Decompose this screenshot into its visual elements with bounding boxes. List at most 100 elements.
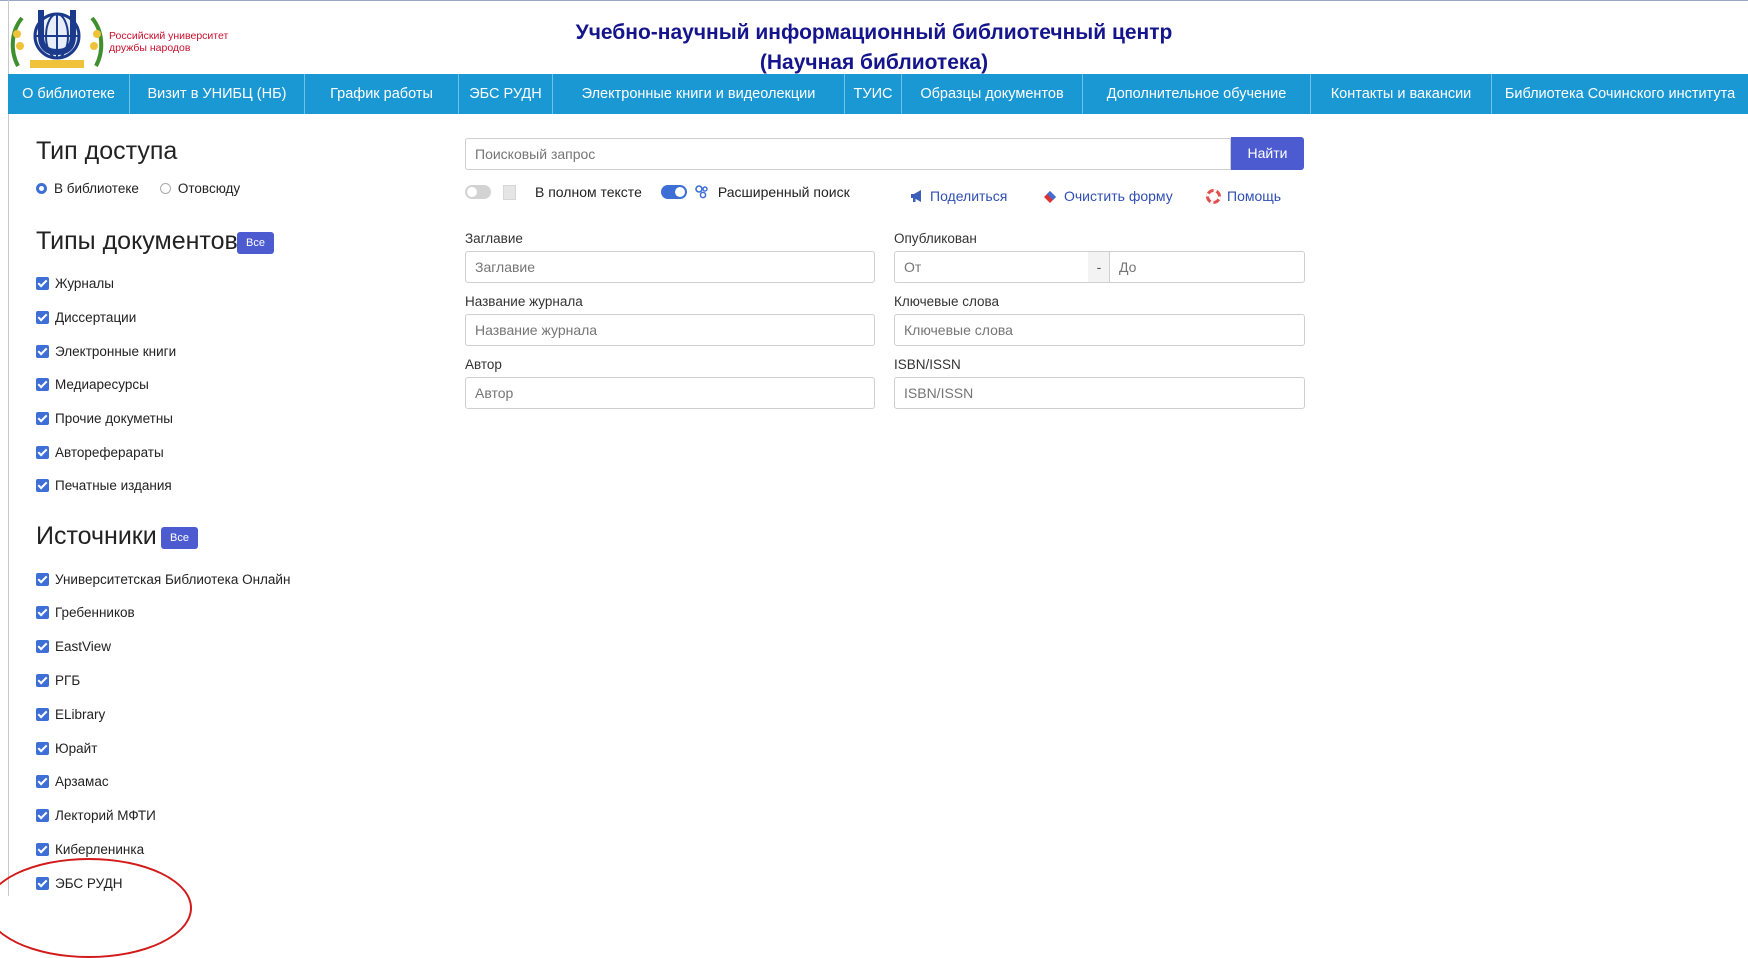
doc-type-label: Журналы [55, 275, 114, 291]
published-label: Опубликован [894, 231, 977, 246]
checkbox[interactable] [36, 478, 49, 492]
search-options: В полном тексте Расширенный поиск [465, 184, 850, 200]
source-label: EastView [55, 638, 112, 654]
search-input[interactable] [465, 138, 1231, 170]
checkbox[interactable] [36, 808, 49, 822]
page-title-line1: Учебно-научный информационный библиотечн… [575, 21, 1173, 44]
checkbox[interactable] [36, 411, 49, 425]
date-range-separator: - [1088, 251, 1110, 283]
source-item[interactable]: Киберленинка [36, 841, 144, 857]
keywords-label: Ключевые слова [894, 294, 1000, 309]
page-title: Учебно-научный информационный библиотечн… [0, 18, 1748, 78]
source-item[interactable]: Гребенников [36, 604, 135, 620]
doc-type-label: Автореферараты [55, 444, 164, 460]
nav-ebooks[interactable]: Электронные книги и видеолекции [553, 74, 845, 114]
source-item[interactable]: РГБ [36, 672, 80, 688]
checkbox[interactable] [36, 774, 49, 788]
checkbox[interactable] [36, 377, 49, 391]
title-label: Заглавие [465, 231, 523, 246]
doc-type-label: Прочие докуметны [55, 410, 173, 426]
site-header: Российский университет дружбы народов Уч… [0, 0, 1748, 74]
help-link[interactable]: Помощь [1206, 188, 1281, 204]
checkbox[interactable] [36, 344, 49, 358]
nav-tuis[interactable]: ТУИС [845, 74, 902, 114]
nav-samples[interactable]: Образцы документов [902, 74, 1083, 114]
help-label: Помощь [1227, 188, 1282, 204]
doc-type-label: Печатные издания [55, 477, 172, 493]
source-label: Юрайт [55, 740, 98, 756]
doc-types-all-button[interactable]: Все [237, 232, 274, 254]
doc-type-item[interactable]: Диссертации [36, 309, 136, 325]
doc-type-item[interactable]: Автореферараты [36, 444, 164, 460]
radio-anywhere[interactable] [159, 183, 171, 194]
checkbox[interactable] [36, 842, 49, 856]
checkbox[interactable] [36, 605, 49, 619]
search-button[interactable]: Найти [1231, 137, 1304, 170]
doc-type-label: Медиаресурсы [55, 376, 149, 392]
source-item[interactable]: Юрайт [36, 740, 97, 756]
author-field[interactable] [465, 377, 875, 409]
doc-type-item[interactable]: Прочие докуметны [36, 410, 173, 426]
source-label: Киберленинка [55, 841, 145, 857]
fulltext-toggle[interactable] [465, 185, 491, 199]
source-item[interactable]: Арзамас [36, 773, 109, 789]
checkbox[interactable] [36, 310, 49, 324]
checkbox[interactable] [36, 639, 49, 653]
doc-type-label: Электронные книги [55, 343, 177, 359]
source-label: Арзамас [55, 773, 109, 789]
doc-type-item[interactable]: Электронные книги [36, 343, 176, 359]
nav-schedule[interactable]: График работы [305, 74, 459, 114]
journal-label: Название журнала [465, 294, 583, 309]
author-label: Автор [465, 357, 502, 372]
lifebuoy-icon [1206, 188, 1221, 204]
doc-types-heading: Типы документов [36, 227, 238, 255]
journal-field[interactable] [465, 314, 875, 346]
nav-ebs[interactable]: ЭБС РУДН [459, 74, 553, 114]
doc-type-item[interactable]: Медиаресурсы [36, 376, 149, 392]
checkbox[interactable] [36, 445, 49, 459]
date-to-field[interactable] [1109, 251, 1305, 283]
left-border [8, 0, 9, 896]
isbn-label: ISBN/ISSN [894, 357, 961, 372]
access-heading: Тип доступа [36, 137, 178, 165]
nav-sochi[interactable]: Библиотека Сочинского института [1492, 74, 1748, 114]
radio-anywhere-label: Отовсюду [177, 181, 241, 196]
share-link[interactable]: Поделиться [910, 188, 1007, 204]
checkbox[interactable] [36, 741, 49, 755]
advanced-search-label: Расширенный поиск [717, 184, 850, 200]
source-label: РГБ [55, 672, 81, 688]
main-nav: О библиотеке Визит в УНИБЦ (НБ) График р… [8, 74, 1748, 114]
nav-education[interactable]: Дополнительное обучение [1083, 74, 1311, 114]
sources-heading: Источники [36, 522, 157, 550]
fulltext-label: В полном тексте [535, 184, 642, 200]
megaphone-icon [911, 190, 921, 202]
source-item[interactable]: Лекторий МФТИ [36, 807, 156, 823]
checkbox[interactable] [36, 572, 49, 586]
isbn-field[interactable] [894, 377, 1305, 409]
doc-type-item[interactable]: Журналы [36, 275, 114, 291]
doc-type-label: Диссертации [55, 309, 137, 325]
checkbox[interactable] [36, 707, 49, 721]
document-icon [503, 184, 516, 200]
nav-visit[interactable]: Визит в УНИБЦ (НБ) [130, 74, 305, 114]
doc-type-item[interactable]: Печатные издания [36, 477, 172, 493]
checkbox[interactable] [36, 673, 49, 687]
source-label: Лекторий МФТИ [55, 807, 156, 823]
sources-all-button[interactable]: Все [161, 527, 198, 549]
nav-contacts[interactable]: Контакты и вакансии [1311, 74, 1492, 114]
title-field[interactable] [465, 251, 875, 283]
nav-about[interactable]: О библиотеке [8, 74, 130, 114]
source-item[interactable]: ELibrary [36, 706, 105, 722]
gears-icon [695, 185, 708, 199]
checkbox[interactable] [36, 276, 49, 290]
clear-form-link[interactable]: Очистить форму [1043, 188, 1173, 204]
advanced-search-toggle[interactable] [660, 185, 687, 199]
keywords-field[interactable] [894, 314, 1305, 346]
radio-library[interactable] [36, 183, 47, 194]
source-item[interactable]: Университетская Библиотека Онлайн [36, 571, 290, 587]
access-options: В библиотеке Отовсюду [36, 181, 240, 196]
eraser-icon [1044, 191, 1056, 203]
clear-form-label: Очистить форму [1064, 188, 1173, 204]
date-from-field[interactable] [894, 251, 1089, 283]
source-item[interactable]: EastView [36, 638, 111, 654]
